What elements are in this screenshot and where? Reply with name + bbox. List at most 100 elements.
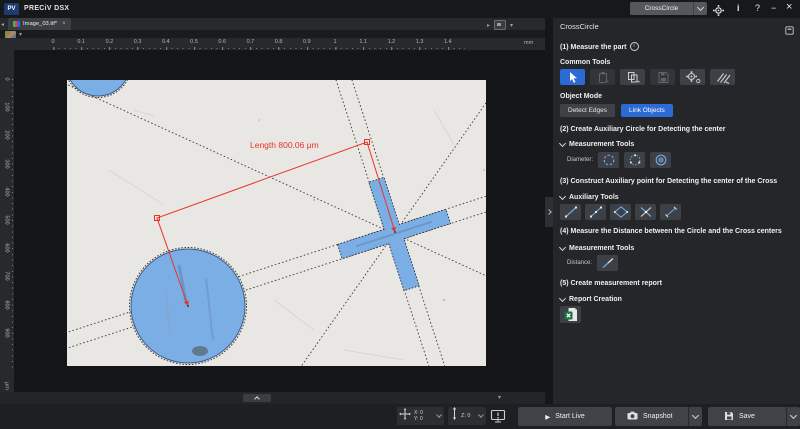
- tab-label: Image_03.tif*: [23, 21, 57, 27]
- chevron-down-icon: [559, 140, 566, 147]
- image-viewport[interactable]: Length 800.06 μm: [14, 50, 545, 392]
- save-options-chevron[interactable]: [786, 407, 800, 426]
- play-icon: ▶: [545, 413, 550, 421]
- app-window: PV PRECiV DSX CrossCircle i ? − × ◂ Imag…: [0, 0, 800, 429]
- distance-measure-tool-button[interactable]: [597, 255, 618, 271]
- chevron-down-icon: [559, 295, 566, 302]
- app-title: PRECiV DSX: [24, 5, 69, 12]
- app-logo: PV: [4, 3, 19, 15]
- snapshot-button[interactable]: Snapshot: [615, 407, 702, 426]
- help-icon[interactable]: ?: [755, 3, 760, 13]
- chevron-down-icon[interactable]: ▾: [498, 394, 501, 401]
- report-creation-expander[interactable]: Report Creation: [560, 296, 622, 303]
- ruler-vertical: μm 0100200300400500600700800900: [0, 50, 14, 392]
- aux-line-tool-button[interactable]: [560, 204, 581, 220]
- circle-center-tool-button[interactable]: [650, 152, 671, 168]
- stage-z-value: Z: 0: [461, 413, 470, 420]
- save-button[interactable]: Save: [708, 407, 800, 426]
- image-file-icon: [13, 21, 20, 27]
- ruler-tick-label: 0.2: [106, 39, 114, 45]
- info-icon[interactable]: i: [737, 3, 740, 13]
- viewport-bottom-strip: ▾: [0, 392, 545, 404]
- aux-line-points-tool-button[interactable]: [585, 204, 606, 220]
- aux-parallelogram-tool-button[interactable]: [610, 204, 631, 220]
- image-adjust-control[interactable]: ▾: [5, 31, 22, 38]
- step-1-heading: (1) Measure the parti: [560, 42, 639, 51]
- chevron-down-icon[interactable]: [478, 412, 484, 418]
- measure-draw-tool-button[interactable]: [710, 69, 735, 85]
- diameter-label: Diameter:: [567, 157, 593, 163]
- chevron-down-icon: [559, 193, 566, 200]
- ruler-tick-label: 800: [1, 298, 13, 311]
- auxiliary-tools-expander[interactable]: Auxiliary Tools: [560, 194, 619, 201]
- panel-title: CrossCircle: [560, 22, 599, 31]
- panel-menu-icon[interactable]: [785, 22, 794, 40]
- object-mode-heading: Object Mode: [560, 93, 602, 100]
- info-circle-icon[interactable]: i: [630, 42, 639, 51]
- measurement-tools-2-expander[interactable]: Measurement Tools: [560, 245, 634, 252]
- distance-label: Distance:: [567, 260, 592, 266]
- z-axis-icon: [451, 407, 458, 425]
- excel-report-button[interactable]: [560, 306, 581, 323]
- step-4-heading: (4) Measure the Distance between the Cir…: [560, 228, 782, 235]
- tab-scroll-left-icon[interactable]: ◂: [1, 21, 4, 28]
- procedure-selector[interactable]: CrossCircle: [630, 2, 707, 15]
- status-bar: X: 0 Y: 0 Z: 0 ▶ Start Live Snapshot: [0, 404, 800, 429]
- ruler-tick-label: 600: [1, 242, 13, 255]
- paste-tool-button[interactable]: [590, 69, 615, 85]
- collapse-bottom-panel-button[interactable]: [243, 394, 271, 402]
- ruler-tick-label: 0.5: [190, 39, 198, 45]
- ruler-tick-label: 900: [1, 326, 13, 339]
- panel-collapse-handle[interactable]: [545, 197, 553, 227]
- ruler-tick-label: 0.8: [275, 39, 283, 45]
- save-tool-button[interactable]: [650, 69, 675, 85]
- chevron-down-icon[interactable]: ▾: [510, 22, 513, 29]
- display-warning-icon[interactable]: [490, 409, 506, 429]
- procedure-panel: CrossCircle (1) Measure the parti Common…: [553, 18, 800, 404]
- auxiliary-tools-row: [560, 204, 681, 220]
- ruler-tick-label: 400: [1, 185, 13, 198]
- object-mode-row: Detect Edges Link Objects: [560, 104, 673, 117]
- stage-z-control[interactable]: Z: 0: [448, 407, 486, 425]
- object-settings-tool-button[interactable]: [680, 69, 705, 85]
- ruler-tick-label: 0: [51, 39, 54, 45]
- ruler-tick-label: 200: [1, 129, 13, 142]
- select-tool-button[interactable]: [560, 69, 585, 85]
- start-live-button[interactable]: ▶ Start Live: [518, 407, 612, 426]
- ruler-tick-label: 0.9: [303, 39, 311, 45]
- stage-y-value: Y: 0: [414, 416, 423, 423]
- distance-tools-row: Distance:: [567, 255, 618, 271]
- move-stage-icon: [399, 407, 411, 425]
- minimize-icon[interactable]: −: [771, 3, 776, 13]
- detect-edges-button[interactable]: Detect Edges: [560, 104, 615, 117]
- circle-dashed-tool-button[interactable]: [598, 152, 619, 168]
- overlay-image-icon[interactable]: [494, 20, 506, 30]
- chevron-down-icon[interactable]: [436, 412, 442, 418]
- ruler-tick-label: 1.3: [416, 39, 424, 45]
- ruler-tick-label: 1: [333, 39, 336, 45]
- tab-close-icon[interactable]: ×: [62, 21, 66, 27]
- close-icon[interactable]: ×: [786, 1, 792, 13]
- common-tools-row: [560, 69, 735, 85]
- aux-cross-lines-tool-button[interactable]: [635, 204, 656, 220]
- ruler-tick-label: 300: [1, 157, 13, 170]
- diameter-tools-row: Diameter:: [567, 152, 671, 168]
- ruler-tick-label: 500: [1, 214, 13, 227]
- snapshot-options-chevron[interactable]: [688, 407, 702, 426]
- stage-xy-control[interactable]: X: 0 Y: 0: [397, 407, 444, 425]
- chevron-down-icon[interactable]: ▾: [19, 31, 22, 38]
- ruler-tick-label: 1.2: [388, 39, 396, 45]
- chevron-right-icon[interactable]: ▸: [487, 22, 490, 29]
- step-5-heading: (5) Create measurement report: [560, 280, 662, 287]
- aux-segment-tool-button[interactable]: [660, 204, 681, 220]
- chevron-down-icon[interactable]: [693, 2, 707, 15]
- copy-tool-button[interactable]: [620, 69, 645, 85]
- link-objects-button[interactable]: Link Objects: [621, 104, 673, 117]
- tab-image-03[interactable]: Image_03.tif* ×: [8, 18, 71, 30]
- view-options-cluster: ▸ ▾: [487, 20, 513, 30]
- ruler-tick-label: 1.4: [444, 39, 452, 45]
- ruler-tick-label: 0.3: [134, 39, 142, 45]
- measurement-value-label: Length 800.06 μm: [250, 140, 319, 150]
- measurement-tools-expander[interactable]: Measurement Tools: [560, 141, 634, 148]
- circle-3-point-tool-button[interactable]: [624, 152, 645, 168]
